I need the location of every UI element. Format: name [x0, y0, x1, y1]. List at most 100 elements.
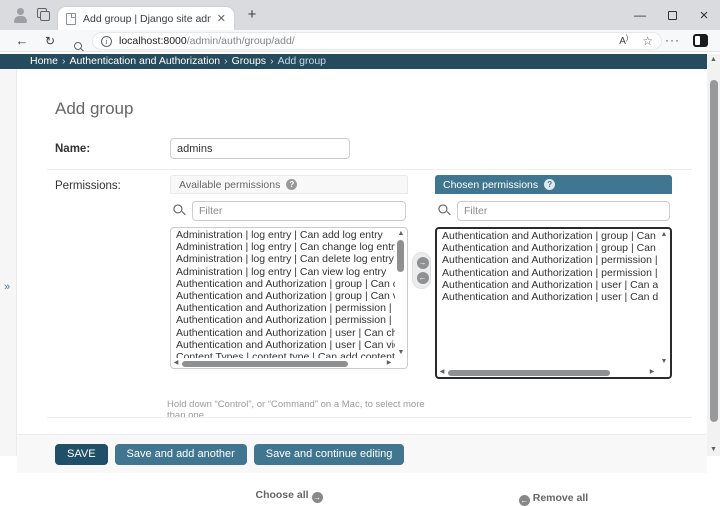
browser-menu-icon[interactable]: ··· [665, 30, 680, 52]
permission-option[interactable]: Administration | log entry | Can view lo… [171, 266, 395, 278]
window-controls: — × [624, 0, 720, 30]
search-icon[interactable] [68, 30, 88, 52]
tab-strip: Add group | Django site admin ✕ + — × [0, 0, 720, 30]
scroll-right-icon[interactable]: ▶ [647, 368, 657, 377]
refresh-icon[interactable]: ↻ [40, 30, 60, 52]
permission-option[interactable]: Authentication and Authorization | user … [437, 291, 658, 303]
breadcrumb-link[interactable]: Home [30, 55, 58, 67]
permission-option[interactable]: Content Types | content type | Can add c… [171, 351, 395, 358]
address-bar[interactable]: i localhost:8000/admin/auth/group/add/ A… [92, 32, 662, 50]
permission-option[interactable]: Authentication and Authorization | user … [437, 279, 658, 291]
breadcrumb-separator: › [220, 55, 232, 67]
scroll-up-icon[interactable]: ▲ [707, 54, 720, 66]
permission-option[interactable]: Authentication and Authorization | permi… [437, 254, 658, 266]
tab-title: Add group | Django site admin [83, 13, 211, 25]
available-vertical-scrollbar[interactable]: ▲ ▼ [395, 228, 407, 359]
save-and-continue-editing-button[interactable]: Save and continue editing [254, 444, 405, 465]
available-permissions-column: Available permissions ? Administration |… [170, 175, 408, 194]
available-permissions-select[interactable]: Administration | log entry | Can add log… [170, 227, 408, 369]
permission-option[interactable]: Authentication and Authorization | group… [437, 242, 658, 254]
nav-sidebar-collapsed: » [0, 69, 17, 456]
available-filter-input[interactable] [192, 201, 406, 221]
available-permissions-header: Available permissions ? [170, 175, 408, 194]
choose-all-arrow-icon: → [312, 492, 323, 503]
scroll-left-icon[interactable]: ◀ [171, 359, 181, 368]
permission-option[interactable]: Administration | log entry | Can change … [171, 241, 395, 253]
permission-option[interactable]: Authentication and Authorization | group… [171, 290, 395, 302]
save-and-add-another-button[interactable]: Save and add another [115, 444, 247, 465]
add-selected-icon[interactable]: → [417, 257, 429, 269]
chosen-horizontal-scrollbar[interactable]: ◀ ▶ [437, 368, 670, 377]
sidebar-toggle-icon[interactable]: » [4, 281, 10, 293]
submit-row: SAVE Save and add another Save and conti… [17, 434, 707, 473]
chosen-permissions-list: Authentication and Authorization | group… [437, 230, 658, 367]
read-aloud-icon[interactable]: A [619, 36, 628, 47]
remove-all-link[interactable]: ← Remove all [435, 492, 672, 506]
form-row-divider [47, 169, 692, 170]
permission-option[interactable]: Administration | log entry | Can delete … [171, 253, 395, 265]
filter-search-icon [173, 204, 183, 214]
url-path: /admin/auth/group/add/ [187, 35, 295, 47]
site-info-icon[interactable]: i [101, 36, 112, 47]
scroll-down-icon[interactable]: ▼ [658, 356, 670, 368]
profile-avatar-icon[interactable] [12, 7, 29, 24]
chosen-permissions-select[interactable]: Authentication and Authorization | group… [435, 227, 672, 379]
chosen-permissions-header: Chosen permissions ? [435, 175, 672, 194]
scroll-right-icon[interactable]: ▶ [384, 359, 394, 368]
page-favicon-icon [66, 13, 76, 25]
scrollbar-thumb[interactable] [397, 240, 404, 272]
available-horizontal-scrollbar[interactable]: ◀ ▶ [171, 359, 407, 368]
scroll-up-icon[interactable]: ▲ [395, 228, 407, 240]
sidebar-panel-icon[interactable] [693, 34, 708, 47]
favorite-star-icon[interactable]: ☆ [642, 34, 653, 48]
remove-all-arrow-icon: ← [519, 495, 530, 506]
choose-all-link[interactable]: Choose all → [170, 489, 408, 503]
page-title: Add group [55, 99, 133, 119]
scroll-down-icon[interactable]: ▼ [395, 347, 407, 359]
scroll-down-icon[interactable]: ▼ [707, 444, 720, 456]
breadcrumb-separator: › [266, 55, 278, 67]
close-tab-icon[interactable]: ✕ [217, 12, 226, 25]
breadcrumb-link[interactable]: Authentication and Authorization [70, 55, 221, 67]
permission-option[interactable]: Authentication and Authorization | user … [171, 339, 395, 351]
browser-tab[interactable]: Add group | Django site admin ✕ [58, 7, 234, 30]
maximize-button[interactable] [656, 0, 688, 30]
page-viewport: Home›Authentication and Authorization›Gr… [0, 52, 720, 456]
minimize-button[interactable]: — [624, 0, 656, 30]
back-icon[interactable]: ← [12, 30, 32, 52]
breadcrumb-link[interactable]: Groups [232, 55, 266, 67]
page-scrollbar-thumb[interactable] [710, 80, 718, 422]
close-window-button[interactable]: × [688, 0, 720, 30]
permission-option[interactable]: Authentication and Authorization | permi… [437, 267, 658, 279]
permission-option[interactable]: Authentication and Authorization | group… [171, 278, 395, 290]
main-content: Add group Name: Permissions: Available p… [17, 69, 707, 456]
remove-selected-icon[interactable]: ← [417, 272, 429, 284]
chosen-vertical-scrollbar[interactable]: ▲ ▼ [658, 229, 670, 368]
name-field-label: Name: [55, 143, 90, 155]
scrollbar-thumb[interactable] [182, 361, 348, 367]
breadcrumb-separator: › [58, 55, 70, 67]
scroll-left-icon[interactable]: ◀ [437, 368, 447, 377]
url-host: localhost:8000 [119, 35, 187, 47]
permission-option[interactable]: Authentication and Authorization | permi… [171, 314, 395, 326]
chosen-filter-input[interactable] [457, 201, 670, 221]
permission-option[interactable]: Authentication and Authorization | user … [171, 327, 395, 339]
available-permissions-list: Administration | log entry | Can add log… [171, 229, 395, 358]
save-button[interactable]: SAVE [55, 444, 108, 465]
chosen-permissions-column: Chosen permissions ? Authentication and … [435, 175, 672, 194]
page-scrollbar[interactable]: ▲ ▼ [707, 54, 720, 456]
permission-option[interactable]: Administration | log entry | Can add log… [171, 229, 395, 241]
scroll-up-icon[interactable]: ▲ [658, 229, 670, 241]
permission-option[interactable]: Authentication and Authorization | permi… [171, 302, 395, 314]
breadcrumb: Home›Authentication and Authorization›Gr… [0, 54, 707, 69]
workspaces-icon[interactable] [37, 8, 51, 22]
filter-search-icon [438, 204, 448, 214]
new-tab-button[interactable]: + [243, 6, 261, 24]
browser-window: Add group | Django site admin ✕ + — × ← … [0, 0, 720, 456]
breadcrumb-current: Add group [278, 55, 326, 67]
name-input[interactable] [170, 138, 350, 159]
permission-option[interactable]: Authentication and Authorization | group… [437, 230, 658, 242]
scrollbar-thumb[interactable] [448, 370, 610, 376]
help-icon[interactable]: ? [544, 179, 555, 190]
help-icon[interactable]: ? [286, 179, 297, 190]
